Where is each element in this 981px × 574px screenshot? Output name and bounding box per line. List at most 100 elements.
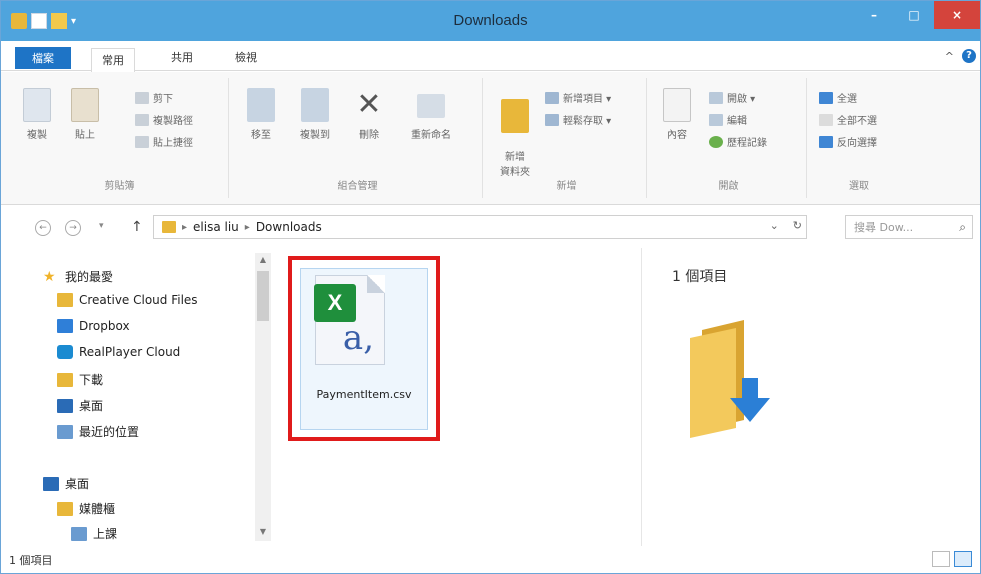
dropbox-icon <box>57 319 73 333</box>
details-view-icon[interactable] <box>932 551 950 567</box>
edit-button[interactable]: 編輯 <box>709 112 747 127</box>
explorer-window: ▾ Downloads – □ × 檔案 常用 共用 檢視 ^ ? 複製 貼上 <box>0 0 981 574</box>
search-input[interactable]: 搜尋 Dow... ⌕ <box>845 215 973 239</box>
up-button[interactable]: ↑ <box>131 219 143 235</box>
select-all-icon <box>819 91 833 104</box>
desktop-icon <box>57 398 73 413</box>
organize-group-label: 組合管理 <box>337 181 378 192</box>
forward-button[interactable]: → <box>65 220 81 236</box>
rename-button[interactable]: 重新命名 <box>403 88 459 141</box>
select-none-button[interactable]: 全部不選 <box>819 112 877 127</box>
delete-x-icon: ✕ <box>356 87 382 122</box>
copy-path-icon <box>135 113 149 126</box>
file-name[interactable]: PaymentItem.csv <box>301 387 427 402</box>
paste-shortcut-button[interactable]: 貼上捷徑 <box>135 134 193 149</box>
new-group: 新增 資料夾 新增項目 ▾ 輕鬆存取 ▾ 新增 <box>487 78 647 198</box>
nav-item-dropbox[interactable]: Dropbox <box>57 319 130 333</box>
easy-access-icon <box>545 113 559 126</box>
ribbon: 複製 貼上 剪下 複製路徑 貼上捷徑 剪貼簿 移至 複製到 ✕ 刪除 重新命名 … <box>1 72 980 205</box>
properties-button[interactable]: 內容 <box>657 88 697 141</box>
status-bar: 1 個項目 <box>1 547 980 573</box>
nav-item-favorites[interactable]: ★ 我的最愛 <box>43 268 113 285</box>
tab-view[interactable]: 檢視 <box>225 46 267 68</box>
breadcrumb-user[interactable]: elisa liu <box>193 220 239 234</box>
csv-file-icon: X a, <box>314 275 385 365</box>
scroll-down-icon[interactable]: ▼ <box>257 527 269 539</box>
move-to-icon <box>247 88 275 122</box>
scroll-up-icon[interactable]: ▲ <box>257 255 269 267</box>
downloads-folder-icon <box>57 372 73 387</box>
select-all-button[interactable]: 全選 <box>819 90 857 105</box>
address-history-dropdown[interactable]: ⌄ <box>770 219 779 232</box>
search-icon[interactable]: ⌕ <box>959 220 966 235</box>
nav-item-class[interactable]: 上課 <box>71 525 117 542</box>
clipboard-group: 複製 貼上 剪下 複製路徑 貼上捷徑 剪貼簿 <box>11 78 229 198</box>
move-to-button[interactable]: 移至 <box>241 88 281 141</box>
libraries-icon <box>57 501 73 516</box>
nav-item-libraries[interactable]: 媒體櫃 <box>57 500 115 517</box>
cut-button[interactable]: 剪下 <box>135 90 173 105</box>
rename-icon <box>417 94 445 118</box>
copy-to-button[interactable]: 複製到 <box>295 88 335 141</box>
new-folder-icon <box>501 99 529 133</box>
file-item[interactable]: X a, PaymentItem.csv <box>300 268 428 430</box>
history-icon <box>709 135 723 148</box>
highlight-box: X a, PaymentItem.csv <box>288 256 440 441</box>
file-list: X a, PaymentItem.csv <box>273 248 633 546</box>
preview-pane: 1 個項目 <box>641 248 980 546</box>
library-item-icon <box>71 526 87 541</box>
desktop-icon <box>43 476 59 491</box>
nav-item-creative-cloud[interactable]: Creative Cloud Files <box>57 293 198 307</box>
select-none-icon <box>819 113 833 126</box>
nav-item-desktop[interactable]: 桌面 <box>57 397 103 414</box>
nav-item-realplayer[interactable]: RealPlayer Cloud <box>57 345 180 359</box>
nav-item-recent-places[interactable]: 最近的位置 <box>57 423 139 440</box>
delete-button[interactable]: ✕ 刪除 <box>349 87 389 142</box>
copy-to-icon <box>301 88 329 122</box>
maximize-button[interactable]: □ <box>894 1 934 29</box>
minimize-button[interactable]: – <box>854 1 894 29</box>
file-type-glyph: a, <box>342 318 374 358</box>
back-button[interactable]: ← <box>35 220 51 236</box>
breadcrumb-downloads[interactable]: Downloads <box>256 220 322 234</box>
help-icon[interactable]: ? <box>962 49 976 63</box>
clipboard-group-label: 剪貼簿 <box>104 181 135 192</box>
easy-access-button[interactable]: 輕鬆存取 ▾ <box>545 112 611 127</box>
new-item-button[interactable]: 新增項目 ▾ <box>545 90 611 105</box>
excel-icon: X <box>314 284 356 322</box>
collapse-ribbon-icon[interactable]: ^ <box>945 50 954 63</box>
address-bar[interactable]: ▸ elisa liu ▸ Downloads ⌄ ↻ <box>153 215 807 239</box>
recent-locations-button[interactable]: ▾ <box>99 221 104 231</box>
preview-item-count: 1 個項目 <box>672 269 728 285</box>
navigation-bar: ← → ▾ ↑ ▸ elisa liu ▸ Downloads ⌄ ↻ 搜尋 D… <box>1 206 980 248</box>
open-icon <box>709 91 723 104</box>
copy-path-button[interactable]: 複製路徑 <box>135 112 193 127</box>
tab-home[interactable]: 常用 <box>91 48 135 72</box>
copy-icon <box>23 88 51 122</box>
history-button[interactable]: 歷程記錄 <box>709 134 767 149</box>
invert-selection-button[interactable]: 反向選擇 <box>819 134 877 149</box>
new-folder-button[interactable]: 新增 資料夾 <box>493 88 537 178</box>
tab-share[interactable]: 共用 <box>161 46 203 68</box>
breadcrumb-separator-icon: ▸ <box>182 221 188 233</box>
select-group: 全選 全部不選 反向選擇 選取 <box>811 78 907 198</box>
paste-button[interactable]: 貼上 <box>65 88 105 141</box>
large-icons-view-icon[interactable] <box>954 551 972 567</box>
title-bar[interactable]: ▾ Downloads – □ × <box>1 1 980 41</box>
paste-icon <box>71 88 99 122</box>
invert-selection-icon <box>819 135 833 148</box>
edit-icon <box>709 113 723 126</box>
star-icon: ★ <box>43 268 56 285</box>
scroll-thumb[interactable] <box>257 271 269 321</box>
nav-item-downloads[interactable]: 下載 <box>57 371 103 388</box>
close-button[interactable]: × <box>934 1 980 29</box>
nav-scrollbar[interactable]: ▲ ▼ <box>255 253 271 541</box>
nav-item-desktop-root[interactable]: 桌面 <box>43 475 89 492</box>
folder-icon <box>57 293 73 307</box>
realplayer-icon <box>57 345 73 359</box>
properties-check-icon <box>663 88 691 122</box>
copy-button[interactable]: 複製 <box>17 88 57 141</box>
tab-file[interactable]: 檔案 <box>15 47 71 69</box>
open-button[interactable]: 開啟 ▾ <box>709 90 755 105</box>
refresh-button[interactable]: ↻ <box>793 219 802 232</box>
